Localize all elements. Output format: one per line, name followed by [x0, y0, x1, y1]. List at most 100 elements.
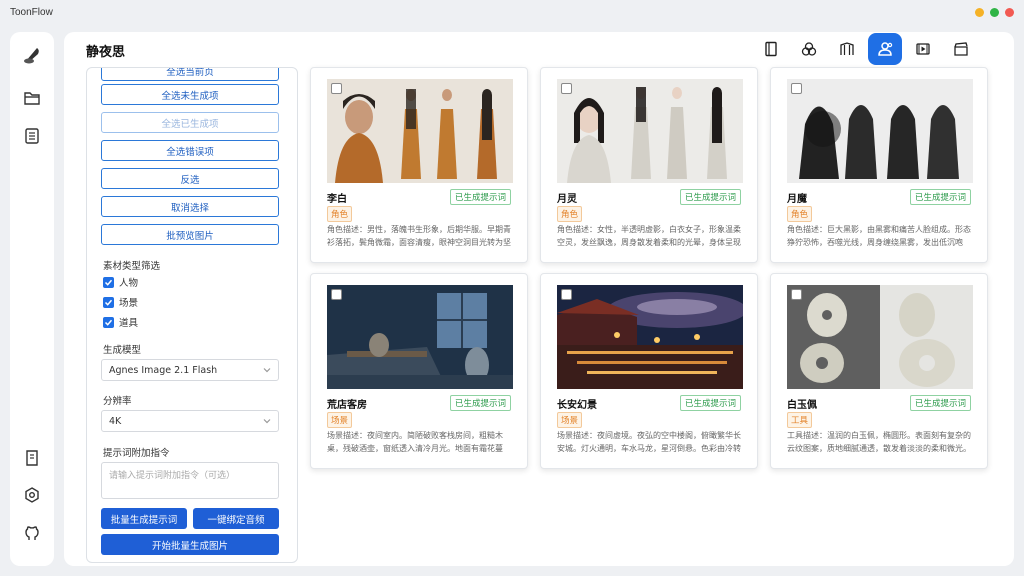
status-badge: 已生成提示词 [909, 189, 971, 205]
close-button[interactable] [1005, 7, 1014, 17]
top-navigation [754, 33, 978, 65]
model-label: 生成模型 [103, 345, 142, 356]
document-list-icon[interactable] [21, 125, 43, 147]
card-name: 月灵 [557, 194, 577, 205]
card-checkbox[interactable] [331, 83, 342, 94]
bind-audio-button[interactable]: 一键绑定音频 [193, 508, 279, 529]
batch-control-panel: 全选当前页 全选未生成项 全选已生成项 全选错误项 反选 取消选择 批预览图片 … [86, 67, 298, 563]
type-tag: 角色 [787, 206, 813, 222]
minimize-button[interactable] [975, 7, 984, 17]
settings-gear-icon[interactable] [21, 484, 43, 506]
batch-prompt-button[interactable]: 批量生成提示词 [101, 508, 187, 529]
resolution-select[interactable]: 4K [101, 410, 279, 432]
card-checkbox[interactable] [791, 83, 802, 94]
type-tag: 工具 [787, 412, 813, 428]
script-book-icon [765, 41, 777, 57]
asset-image [787, 285, 973, 389]
filter-characters-label: 人物 [119, 278, 139, 289]
page-title: 静夜思 [86, 45, 126, 60]
video-play-icon [916, 43, 930, 55]
card-description: 工具描述：温润的白玉佩，椭圆形。表面刻有复杂的云纹图案，质地细腻通透，散发着淡淡… [787, 431, 971, 453]
batch-preview-button[interactable]: 批预览图片 [101, 224, 279, 245]
card-description: 角色描述：男性，落魄书生形象，后期华服。早期青衫落拓，鬓角微霜，面容清瘦，眼神空… [327, 225, 511, 247]
cancel-selection-button[interactable]: 取消选择 [101, 196, 279, 217]
asset-image [327, 285, 513, 389]
type-tag: 角色 [557, 206, 583, 222]
filter-scenes-checkbox[interactable]: 场景 [103, 295, 138, 309]
main-content: 静夜思 全选当前页 全选未生成项 全选已生成项 全选错误项 反选 取消选择 批预… [64, 32, 1014, 566]
tab-export[interactable] [944, 33, 978, 65]
prompt-label: 提示词附加指令 [103, 448, 170, 459]
card-name: 白玉佩 [787, 400, 817, 411]
asset-image [787, 79, 973, 183]
tab-assets[interactable] [792, 33, 826, 65]
maximize-button[interactable] [990, 7, 999, 17]
card-description: 角色描述：巨大黑影，由黑雾和痛苦人脸组成。形态狰狞恐怖，吞噬光线，周身缠绕黑雾，… [787, 225, 971, 247]
asset-image [557, 285, 743, 389]
asset-card[interactable]: 月灵 已生成提示词 角色 角色描述：女性，半透明虚影，白衣女子，形象温柔空灵，发… [540, 67, 758, 263]
tab-storyboard[interactable] [830, 33, 864, 65]
title-bar: ToonFlow [0, 0, 1024, 24]
card-checkbox[interactable] [561, 83, 572, 94]
prompt-placeholder: 请输入提示词附加指令（可选） [109, 471, 236, 481]
card-description: 场景描述：夜间虚境。夜弘的空中楼阁，俯瞰繁华长安城。灯火通明，车水马龙，星河倒悬… [557, 431, 741, 453]
card-description: 场景描述：夜间室内。简陋破败客栈房间，粗糙木桌，残破酒壶，窗纸透入清冷月光。地面… [327, 431, 503, 453]
card-name: 荒店客房 [327, 400, 367, 411]
asset-image [327, 79, 513, 183]
checkbox-checked-icon [103, 296, 114, 308]
resolution-value: 4K [109, 415, 122, 427]
status-badge: 已生成提示词 [449, 189, 511, 205]
asset-image [557, 79, 743, 183]
window-controls [975, 7, 1014, 17]
invert-selection-button[interactable]: 反选 [101, 168, 279, 189]
checkbox-checked-icon [103, 316, 114, 328]
storyboard-grid-icon [840, 42, 854, 55]
status-badge: 已生成提示词 [679, 395, 741, 411]
resolution-label: 分辨率 [103, 396, 132, 407]
status-badge: 已生成提示词 [449, 395, 511, 411]
type-tag: 场景 [327, 412, 353, 428]
folder-icon[interactable] [21, 87, 43, 109]
card-checkbox[interactable] [331, 289, 342, 300]
filter-characters-checkbox[interactable]: 人物 [103, 275, 138, 289]
card-checkbox[interactable] [561, 289, 572, 300]
quill-logo-icon[interactable] [21, 44, 43, 66]
github-icon[interactable] [21, 523, 43, 545]
tab-video[interactable] [906, 33, 940, 65]
card-checkbox[interactable] [791, 289, 802, 300]
chevron-down-icon [263, 368, 271, 373]
model-value: Agnes Image 2.1 Flash [109, 364, 218, 376]
card-name: 长安幻景 [557, 400, 597, 411]
asset-card[interactable]: 长安幻景 已生成提示词 场景 场景描述：夜间虚境。夜弘的空中楼阁，俯瞰繁华长安城… [540, 273, 758, 469]
tab-characters[interactable] [868, 33, 902, 65]
chevron-down-icon [263, 419, 271, 424]
select-current-page-button[interactable]: 全选当前页 [101, 68, 279, 81]
app-title: ToonFlow [10, 6, 53, 18]
asset-card[interactable]: 月魔 已生成提示词 角色 角色描述：巨大黑影，由黑雾和痛苦人脸组成。形态狰狞恐怖… [770, 67, 988, 263]
status-badge: 已生成提示词 [909, 395, 971, 411]
filter-props-checkbox[interactable]: 道具 [103, 315, 138, 329]
asset-card[interactable]: 白玉佩 已生成提示词 工具 工具描述：温润的白玉佩，椭圆形。表面刻有复杂的云纹图… [770, 273, 988, 469]
select-generated-button[interactable]: 全选已生成项 [101, 112, 279, 133]
model-select[interactable]: Agnes Image 2.1 Flash [101, 359, 279, 381]
type-tag: 角色 [327, 206, 353, 222]
card-name: 月魔 [787, 194, 807, 205]
characters-icon [878, 42, 893, 56]
tab-script[interactable] [754, 33, 788, 65]
card-description: 角色描述：女性，半透明虚影，白衣女子，形象温柔空灵，发丝飘逸，周身散发着柔和的光… [557, 225, 741, 247]
asset-card[interactable]: 李白 已生成提示词 角色 角色描述：男性，落魄书生形象，后期华服。早期青衫落拓，… [310, 67, 528, 263]
status-badge: 已生成提示词 [679, 189, 741, 205]
prompt-input[interactable]: 请输入提示词附加指令（可选） [101, 462, 279, 499]
asset-card[interactable]: 荒店客房 已生成提示词 场景 场景描述：夜间室内。简陋破败客栈房间，粗糙木桌，残… [310, 273, 528, 469]
checkbox-checked-icon [103, 276, 114, 288]
three-circles-icon [801, 42, 817, 56]
filter-props-label: 道具 [119, 318, 139, 329]
select-ungenerated-button[interactable]: 全选未生成项 [101, 84, 279, 105]
batch-image-button[interactable]: 开始批量生成图片 [101, 534, 279, 555]
select-errors-button[interactable]: 全选错误项 [101, 140, 279, 161]
clapperboard-icon [954, 42, 968, 56]
filter-label: 素材类型筛选 [103, 261, 161, 272]
book-icon[interactable] [21, 447, 43, 469]
filter-scenes-label: 场景 [119, 298, 139, 309]
card-name: 李白 [327, 194, 347, 205]
